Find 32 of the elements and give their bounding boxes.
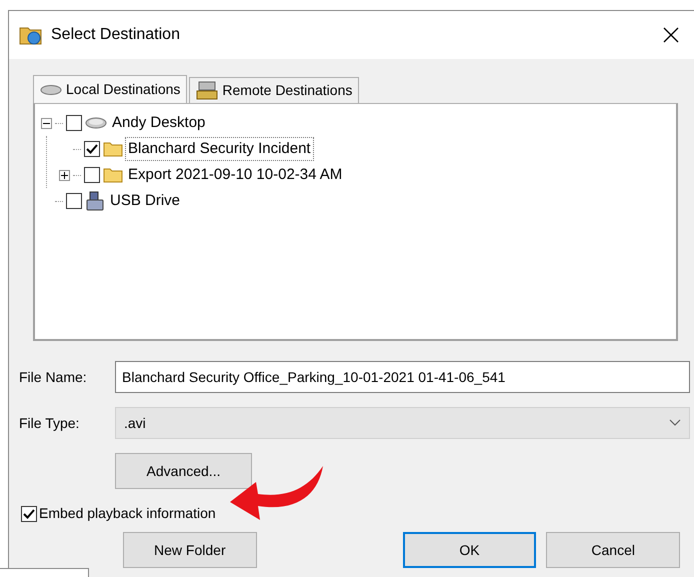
chevron-down-icon (669, 419, 681, 427)
tree-checkbox[interactable] (66, 193, 82, 209)
tree-checkbox[interactable] (66, 115, 82, 131)
file-name-field[interactable]: Blanchard Security Office_Parking_10-01-2021 01-41-06_541 (115, 361, 690, 393)
tab[interactable]: Remote Destinations (189, 77, 360, 103)
tree-checkbox[interactable] (84, 141, 100, 157)
plus-icon (60, 170, 69, 180)
dialog-button[interactable]: Cancel (546, 532, 680, 568)
window-title: Select Destination (51, 25, 181, 45)
file-name-label: File Name: (19, 368, 88, 386)
expander-button[interactable] (41, 118, 52, 128)
embed-label: Embed playback information (39, 504, 216, 523)
tree-checkbox[interactable] (84, 167, 100, 183)
close-icon (663, 27, 679, 43)
usb-drive-icon (85, 191, 105, 211)
file-type-dropdown[interactable]: .avi (115, 407, 690, 439)
drive-icon (85, 116, 107, 130)
folder-icon (103, 141, 123, 157)
advanced-button[interactable]: Advanced... (115, 453, 252, 489)
folder-icon (103, 167, 123, 183)
tree-item-label[interactable]: Blanchard Security Incident (126, 138, 313, 160)
drive-icon (40, 84, 62, 96)
tab[interactable]: Local Destinations (33, 75, 188, 103)
expander-button[interactable] (59, 170, 70, 180)
tree-item-label[interactable]: Andy Desktop (110, 112, 208, 134)
tree-item-label[interactable]: USB Drive (108, 190, 182, 212)
embed-checkbox[interactable] (21, 506, 37, 522)
dialog-button[interactable]: OK (402, 532, 536, 568)
tree-item-label[interactable]: Export 2021-09-10 10-02-34 AM (126, 164, 344, 186)
file-type-label: File Type: (19, 414, 80, 433)
dialog-button[interactable]: New Folder (123, 532, 257, 568)
server-icon (196, 80, 218, 100)
